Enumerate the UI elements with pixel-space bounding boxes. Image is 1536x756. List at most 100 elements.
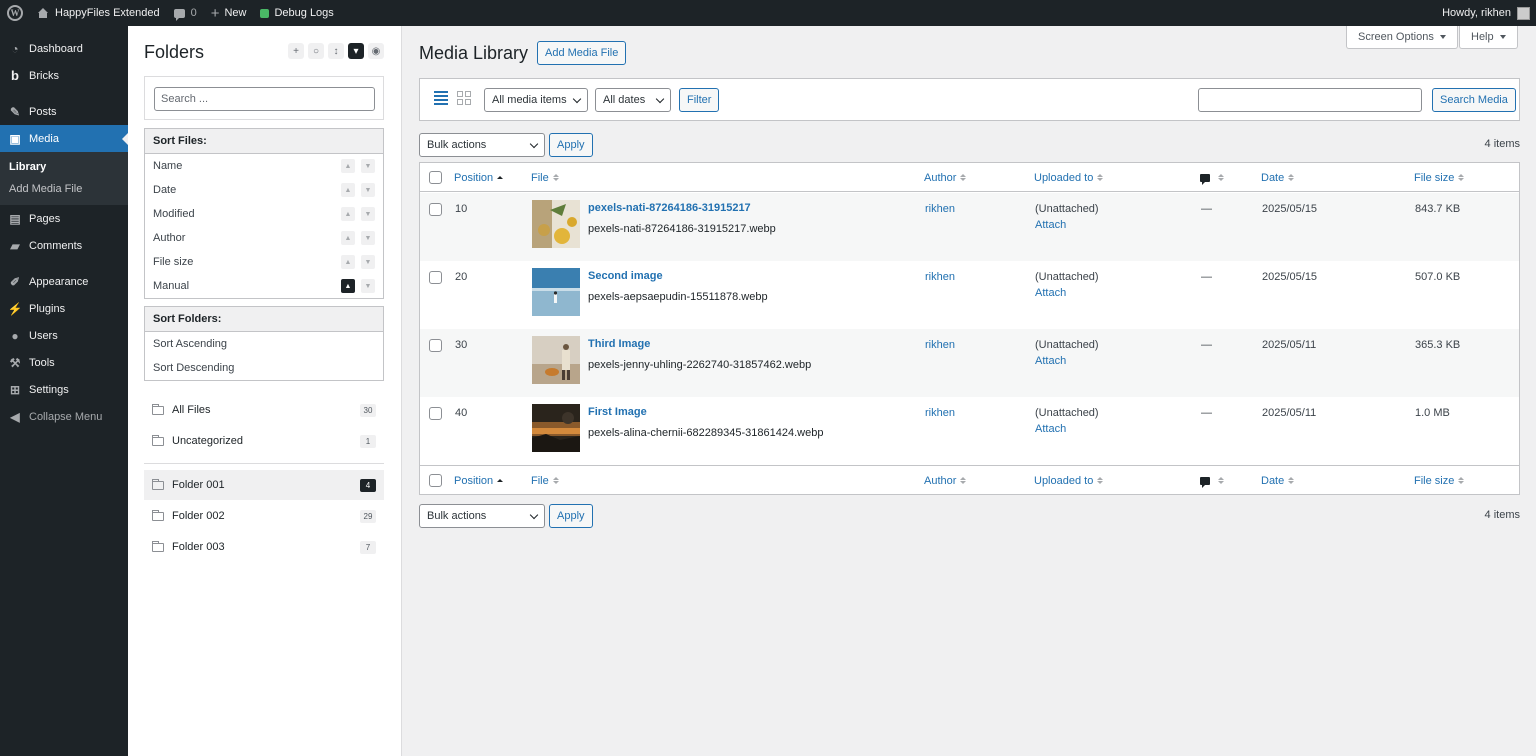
select-all-checkbox[interactable] xyxy=(429,171,442,184)
menu-item-posts[interactable]: ✎ Posts xyxy=(0,98,128,125)
search-media-button[interactable]: Search Media xyxy=(1432,88,1516,112)
debug-logs-link[interactable]: Debug Logs xyxy=(253,0,340,26)
menu-item-appearance[interactable]: ✐ Appearance xyxy=(0,268,128,295)
media-thumbnail[interactable] xyxy=(532,404,580,452)
column-author[interactable]: Author xyxy=(924,163,967,192)
column-file[interactable]: File xyxy=(531,466,559,495)
screen-options-button[interactable]: Screen Options xyxy=(1346,26,1458,49)
folder-item-all-files[interactable]: All Files 30 xyxy=(144,395,384,425)
file-size-value: 1.0 MB xyxy=(1415,407,1450,419)
attach-link[interactable]: Attach xyxy=(1035,355,1066,367)
sort-asc-icon[interactable]: ▲ xyxy=(341,231,355,245)
sort-desc-icon[interactable]: ▼ xyxy=(361,231,375,245)
circle-icon[interactable]: ○ xyxy=(308,43,324,59)
column-author[interactable]: Author xyxy=(924,466,967,495)
folder-item-folder-001[interactable]: Folder 001 4 xyxy=(144,470,384,500)
column-file[interactable]: File xyxy=(531,163,559,192)
media-thumbnail[interactable] xyxy=(532,336,580,384)
media-thumbnail[interactable] xyxy=(532,268,580,316)
column-comments[interactable] xyxy=(1200,163,1224,192)
column-file-size[interactable]: File size xyxy=(1414,163,1465,192)
chevron-down-icon xyxy=(529,510,539,519)
attach-link[interactable]: Attach xyxy=(1035,219,1066,231)
apply-button-top[interactable]: Apply xyxy=(549,133,593,157)
column-position[interactable]: Position xyxy=(454,466,504,495)
media-search-input[interactable] xyxy=(1198,88,1422,112)
menu-item-settings[interactable]: ⊞ Settings xyxy=(0,376,128,403)
sort-desc-icon[interactable]: ▼ xyxy=(361,183,375,197)
collapse-menu-button[interactable]: ◀ Collapse Menu xyxy=(0,403,128,430)
comment-icon xyxy=(173,8,185,21)
add-media-file-button[interactable]: Add Media File xyxy=(537,41,627,65)
menu-item-tools[interactable]: ⚒ Tools xyxy=(0,349,128,376)
row-checkbox[interactable] xyxy=(429,271,442,284)
menu-item-dashboard[interactable]: ◔ Dashboard xyxy=(0,35,128,62)
folder-item-folder-003[interactable]: Folder 003 7 xyxy=(144,532,384,562)
settings-icon[interactable]: ▾ xyxy=(348,43,364,59)
column-position[interactable]: Position xyxy=(454,163,504,192)
sort-folders-descending[interactable]: Sort Descending xyxy=(145,356,383,380)
menu-item-media[interactable]: ▣ Media xyxy=(0,125,128,152)
file-title-link[interactable]: First Image xyxy=(588,406,647,418)
column-comments[interactable] xyxy=(1200,466,1224,495)
help-button[interactable]: Help xyxy=(1459,26,1518,49)
new-content-link[interactable]: + New xyxy=(204,0,254,26)
sort-desc-icon[interactable]: ▼ xyxy=(361,207,375,221)
bulk-actions-select-bottom[interactable]: Bulk actions xyxy=(419,504,545,528)
sort-icon[interactable]: ↕ xyxy=(328,43,344,59)
sort-asc-icon[interactable]: ▲ xyxy=(341,183,355,197)
date-filter-select[interactable]: All dates xyxy=(595,88,671,112)
submenu-item-library[interactable]: Library xyxy=(0,156,128,178)
author-link[interactable]: rikhen xyxy=(925,271,955,283)
author-link[interactable]: rikhen xyxy=(925,339,955,351)
sort-desc-icon[interactable]: ▼ xyxy=(361,255,375,269)
menu-item-pages[interactable]: ▤ Pages xyxy=(0,205,128,232)
menu-item-bricks[interactable]: b Bricks xyxy=(0,62,128,89)
sort-asc-icon[interactable]: ▲ xyxy=(341,159,355,173)
account-menu[interactable]: Howdy, rikhen xyxy=(1435,0,1536,26)
file-title-link[interactable]: pexels-nati-87264186-31915217 xyxy=(588,202,751,214)
sort-asc-icon[interactable]: ▲ xyxy=(341,279,355,293)
folder-item-uncategorized[interactable]: Uncategorized 1 xyxy=(144,426,384,456)
bulk-actions-select-top[interactable]: Bulk actions xyxy=(419,133,545,157)
media-thumbnail[interactable] xyxy=(532,200,580,248)
submenu-item-add-media-file[interactable]: Add Media File xyxy=(0,178,128,200)
comments-value: — xyxy=(1201,407,1212,419)
column-file-size[interactable]: File size xyxy=(1414,466,1465,495)
attach-link[interactable]: Attach xyxy=(1035,423,1066,435)
file-title-link[interactable]: Third Image xyxy=(588,338,650,350)
sort-desc-icon[interactable]: ▼ xyxy=(361,159,375,173)
position-value: 20 xyxy=(455,271,468,283)
row-checkbox[interactable] xyxy=(429,407,442,420)
row-checkbox[interactable] xyxy=(429,203,442,216)
file-title-link[interactable]: Second image xyxy=(588,270,663,282)
site-name-link[interactable]: HappyFiles Extended xyxy=(30,0,167,26)
wordpress-logo-icon[interactable]: W xyxy=(0,0,30,26)
media-type-select[interactable]: All media items xyxy=(484,88,588,112)
column-uploaded-to[interactable]: Uploaded to xyxy=(1034,163,1104,192)
list-view-icon[interactable] xyxy=(434,91,448,105)
attach-link[interactable]: Attach xyxy=(1035,287,1066,299)
sort-asc-icon[interactable]: ▲ xyxy=(341,255,355,269)
comments-link[interactable]: 0 xyxy=(167,0,204,26)
apply-button-bottom[interactable]: Apply xyxy=(549,504,593,528)
sort-asc-icon[interactable]: ▲ xyxy=(341,207,355,221)
folder-item-folder-002[interactable]: Folder 002 29 xyxy=(144,501,384,531)
eye-icon[interactable]: ◉ xyxy=(368,43,384,59)
filter-button[interactable]: Filter xyxy=(679,88,720,112)
sort-desc-icon[interactable]: ▼ xyxy=(361,279,375,293)
row-checkbox[interactable] xyxy=(429,339,442,352)
column-date[interactable]: Date xyxy=(1261,466,1295,495)
column-date[interactable]: Date xyxy=(1261,163,1295,192)
grid-view-icon[interactable] xyxy=(457,91,471,105)
menu-item-comments[interactable]: ▰ Comments xyxy=(0,232,128,259)
select-all-checkbox[interactable] xyxy=(429,474,442,487)
column-uploaded-to[interactable]: Uploaded to xyxy=(1034,466,1104,495)
menu-item-plugins[interactable]: ⚡ Plugins xyxy=(0,295,128,322)
folder-search-input[interactable]: Search ... xyxy=(154,87,375,111)
sort-folders-ascending[interactable]: Sort Ascending xyxy=(145,332,383,356)
menu-item-users[interactable]: ● Users xyxy=(0,322,128,349)
author-link[interactable]: rikhen xyxy=(925,407,955,419)
add-folder-icon[interactable]: + xyxy=(288,43,304,59)
author-link[interactable]: rikhen xyxy=(925,203,955,215)
